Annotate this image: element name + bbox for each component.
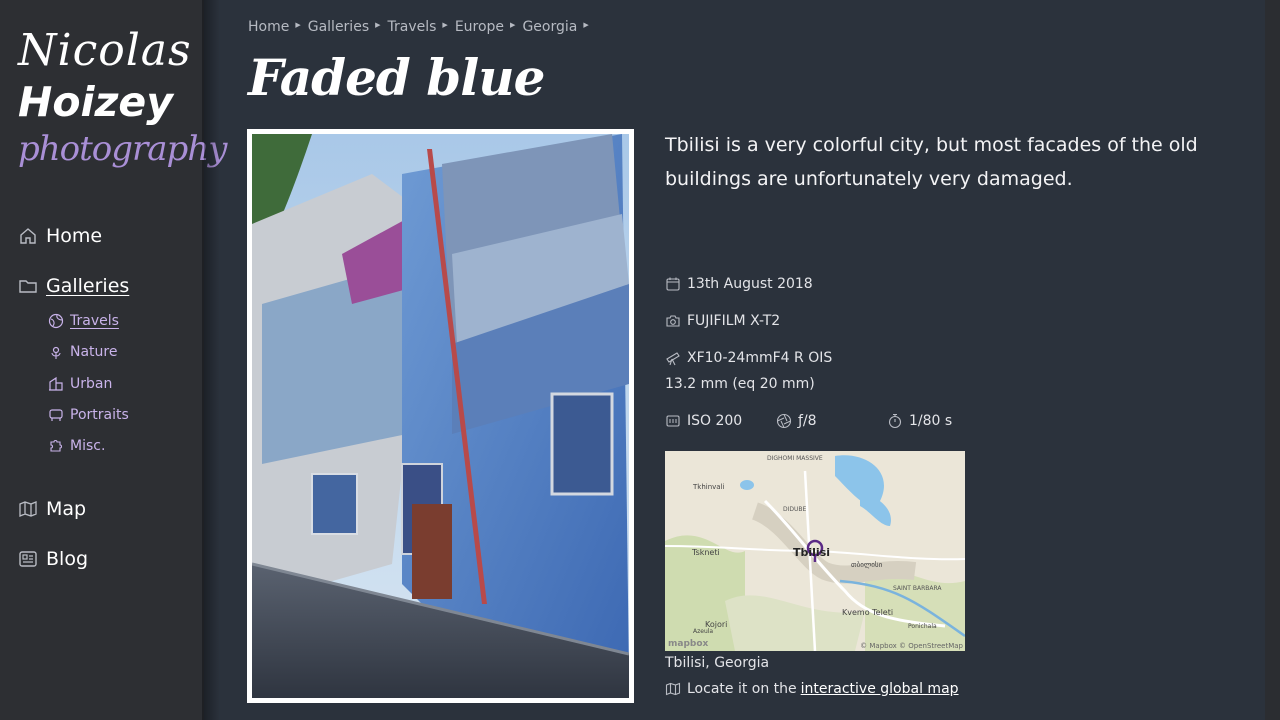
stopwatch-icon	[888, 413, 902, 429]
map-label-ponichala: Ponichala	[908, 623, 937, 630]
map-icon	[665, 682, 681, 696]
photo-description: Tbilisi is a very colorful city, but mos…	[665, 134, 1198, 190]
breadcrumb-travels[interactable]: Travels	[388, 19, 437, 35]
sub-item-misc-label: Misc.	[70, 438, 106, 454]
breadcrumb-separator-icon: ▶	[510, 21, 516, 29]
logo-line-1: Nicolas	[18, 25, 192, 76]
nav-galleries[interactable]: Galleries	[18, 275, 129, 297]
exif-iso-value: ISO 200	[687, 413, 743, 429]
exif-date: 13th August 2018	[665, 276, 813, 292]
exif-iso: ISO 200	[665, 413, 742, 429]
photo-illustration	[252, 134, 629, 698]
nav-home[interactable]: Home	[18, 225, 102, 247]
map-tiles: DIGHOMI MASSIVE Tkhinvali DIDUBE Tbilisi…	[665, 451, 965, 651]
location-map[interactable]: DIGHOMI MASSIVE Tkhinvali DIDUBE Tbilisi…	[665, 451, 965, 651]
breadcrumb-separator-icon: ▶	[295, 21, 301, 29]
sub-item-travels[interactable]: Travels	[48, 313, 119, 329]
camera-icon	[666, 315, 680, 327]
news-icon	[19, 551, 37, 567]
iso-icon	[666, 415, 680, 427]
breadcrumb-georgia[interactable]: Georgia	[522, 19, 577, 35]
sub-item-nature[interactable]: Nature	[48, 344, 117, 360]
nav-blog[interactable]: Blog	[18, 548, 88, 570]
breadcrumb: Home ▶ Galleries ▶ Travels ▶ Europe ▶ Georgi…	[248, 19, 596, 35]
puzzle-icon	[50, 439, 63, 452]
exif-focal: 13.2 mm (eq 20 mm)	[665, 376, 815, 392]
breadcrumb-europe[interactable]: Europe	[455, 19, 504, 35]
breadcrumb-galleries[interactable]: Galleries	[308, 19, 369, 35]
breadcrumb-separator-icon: ▶	[442, 21, 448, 29]
logo-line-3: photography	[18, 129, 227, 169]
telescope-icon	[666, 352, 680, 366]
locate-prefix: Locate it on the	[687, 681, 797, 697]
breadcrumb-separator-icon: ▶	[375, 21, 381, 29]
sub-item-urban-label: Urban	[70, 376, 113, 392]
nav-home-label: Home	[46, 225, 103, 247]
scrollbar[interactable]	[1265, 0, 1280, 720]
flower-icon	[51, 346, 61, 359]
portrait-icon	[49, 409, 63, 421]
exif-lens: XF10-24mmF4 R OIS	[665, 350, 832, 366]
exif-shutter-value: 1/80 s	[909, 413, 953, 429]
exif-lens-value: XF10-24mmF4 R OIS	[687, 350, 833, 366]
sub-item-urban[interactable]: Urban	[48, 376, 112, 392]
exif-date-value: 13th August 2018	[687, 276, 813, 292]
building-icon	[49, 376, 63, 391]
exif-camera: FUJIFILM X-T2	[665, 313, 780, 329]
sub-item-travels-label: Travels	[70, 313, 119, 329]
aperture-icon	[776, 413, 792, 429]
breadcrumb-separator-icon: ▶	[583, 21, 589, 29]
sub-item-portraits-label: Portraits	[70, 407, 129, 423]
map-label-tskneti: Tskneti	[691, 548, 720, 557]
map-label-dighomi: DIGHOMI MASSIVE	[767, 455, 823, 462]
map-label-tkhinvali: Tkhinvali	[692, 483, 725, 491]
calendar-icon	[666, 277, 680, 291]
nav-blog-label: Blog	[46, 548, 88, 570]
map-icon	[19, 501, 37, 517]
site-logo[interactable]: Nicolas Hoizey photography	[18, 24, 227, 172]
map-label-saint-barbara: SAINT BARBARA	[893, 585, 942, 592]
main-shadow	[204, 0, 220, 720]
map-label-tbilisi-local: თბილისი	[851, 561, 883, 569]
home-icon	[20, 228, 36, 244]
sidebar: Nicolas Hoizey photography Home Gallerie…	[0, 0, 227, 720]
exif-focal-value: 13.2 mm (eq 20 mm)	[665, 376, 815, 392]
nav-map[interactable]: Map	[18, 498, 86, 520]
breadcrumb-home[interactable]: Home	[248, 19, 289, 35]
exif-shutter: 1/80 s	[887, 413, 952, 429]
folder-icon	[19, 280, 37, 293]
locate-line: Locate it on the interactive global map	[665, 681, 959, 697]
nav-map-label: Map	[46, 498, 87, 520]
exif-camera-value: FUJIFILM X-T2	[687, 313, 781, 329]
photo-frame[interactable]	[247, 129, 634, 703]
global-map-link[interactable]: interactive global map	[801, 681, 959, 697]
location-name: Tbilisi, Georgia	[665, 655, 770, 671]
map-attribution[interactable]: © Mapbox © OpenStreetMap	[860, 642, 963, 650]
sub-item-portraits[interactable]: Portraits	[48, 407, 129, 423]
map-label-kvemo-teleti: Kvemo Teleti	[842, 608, 893, 617]
mapbox-logo[interactable]: mapbox	[668, 639, 708, 649]
map-label-didube: DIDUBE	[783, 506, 807, 513]
map-label-azeula: Azeula	[693, 628, 713, 635]
nav-galleries-label: Galleries	[46, 275, 130, 297]
exif-aperture-value: ƒ/8	[798, 413, 817, 429]
sub-item-nature-label: Nature	[70, 344, 118, 360]
sub-item-misc[interactable]: Misc.	[48, 438, 105, 454]
page-title: Faded blue	[248, 48, 545, 107]
photo	[252, 134, 629, 698]
globe-icon	[48, 313, 64, 329]
map-label-tbilisi: Tbilisi	[793, 546, 830, 559]
logo-line-2: Hoizey	[18, 78, 173, 126]
exif-aperture: ƒ/8	[776, 413, 817, 429]
